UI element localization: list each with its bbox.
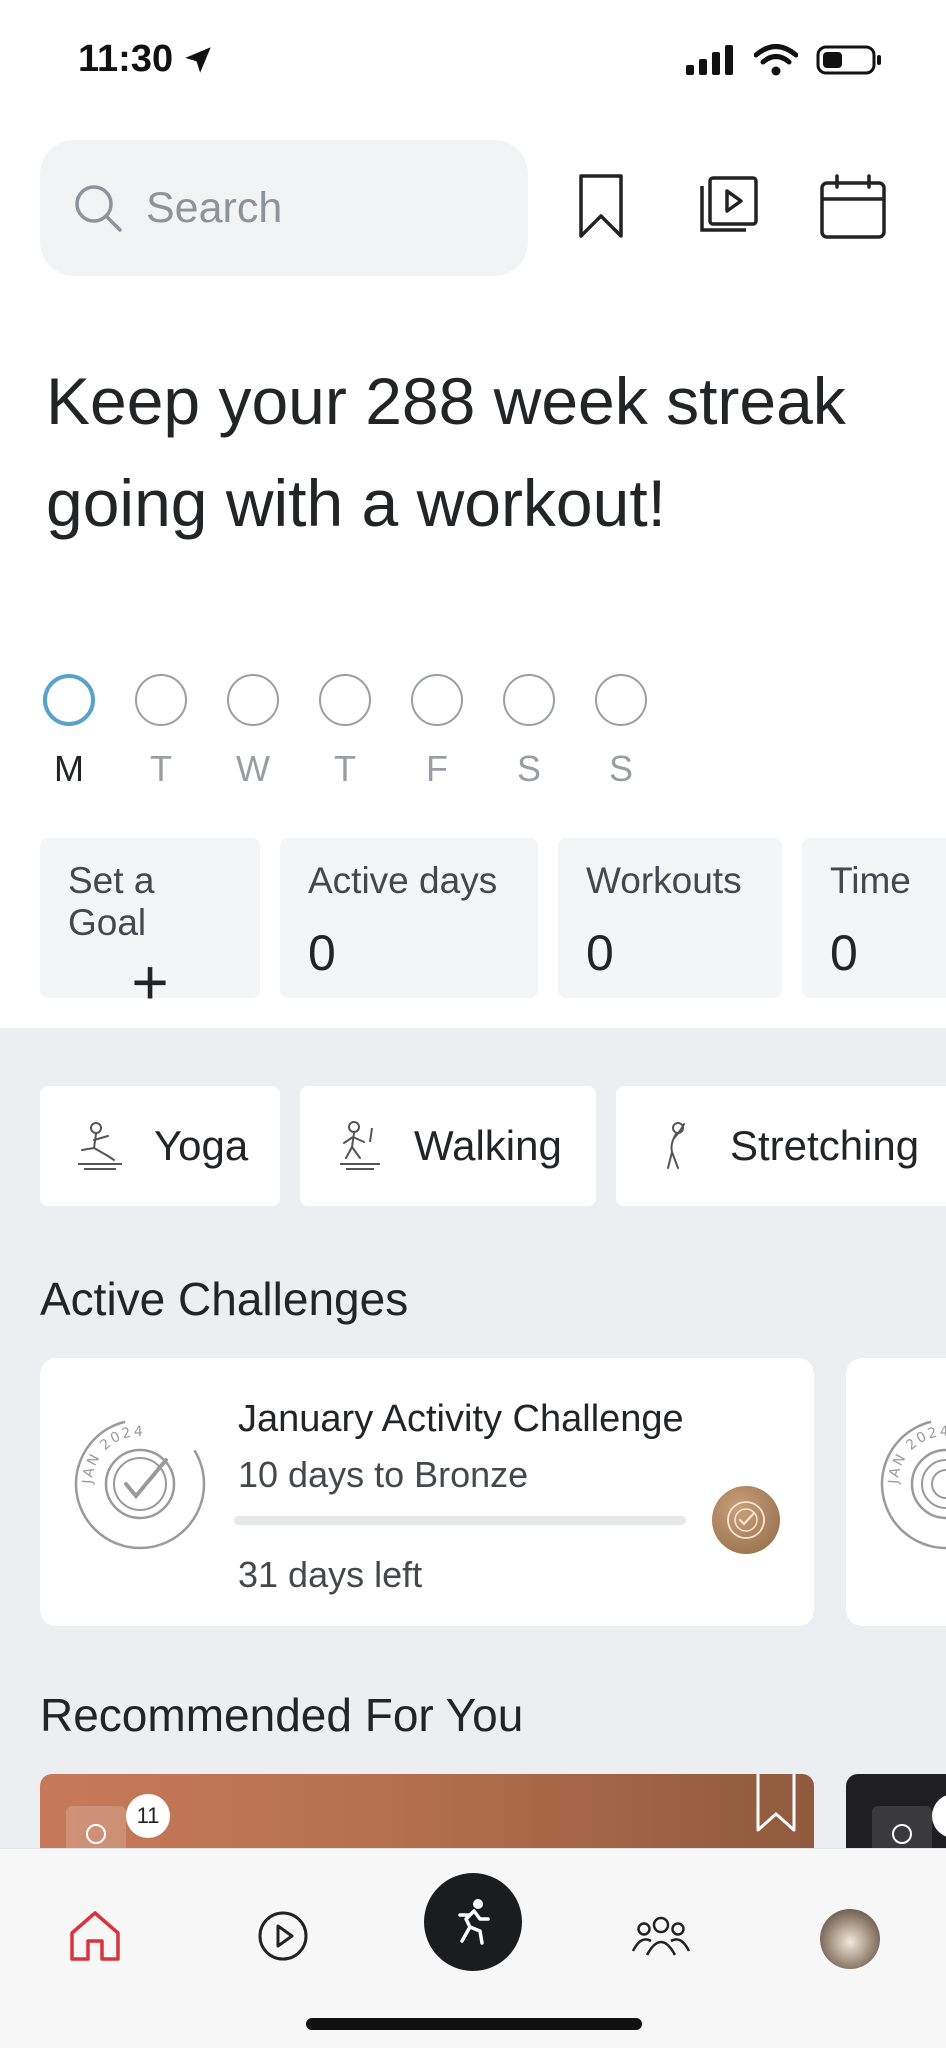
category-walking[interactable]: Walking [300, 1086, 596, 1206]
challenge-progress-bar [234, 1516, 686, 1525]
play-circle-icon [258, 1911, 308, 1961]
day-circle [503, 674, 555, 726]
category-label: Stretching [730, 1122, 920, 1169]
category-stretching[interactable]: Stretching [616, 1086, 946, 1206]
day-letter: M [54, 748, 84, 789]
stat-workouts[interactable]: Workouts 0 [558, 838, 782, 998]
recommended-card-next[interactable]: 4 [846, 1774, 946, 1848]
location-arrow-icon [185, 46, 211, 73]
badge-check-icon [727, 1501, 765, 1539]
participant-count-badge: 4 [932, 1794, 946, 1838]
challenge-subtitle: 10 days to Bronze [238, 1454, 529, 1495]
trainer-avatar-icon [872, 1806, 932, 1848]
category-yoga[interactable]: Yoga [40, 1086, 280, 1206]
calendar-icon [820, 174, 886, 239]
week-tracker: M T W T F S S [43, 674, 647, 790]
category-label: Walking [414, 1122, 562, 1169]
status-bar: 11:30 [0, 0, 946, 120]
yoga-pose-icon [78, 1122, 122, 1170]
tab-community[interactable] [626, 1901, 696, 1971]
challenge-days-left: 31 days left [238, 1554, 423, 1595]
recommended-title: Recommended For You [40, 1689, 524, 1741]
day-sunday[interactable]: S [595, 674, 647, 790]
stat-label: Active days [308, 860, 498, 901]
search-placeholder: Search [146, 183, 283, 232]
svg-text:JAN 2024: JAN 2024 [80, 1424, 145, 1485]
day-monday[interactable]: M [43, 674, 95, 790]
day-letter: W [236, 748, 270, 789]
wifi-icon [754, 44, 798, 76]
challenge-title: January Activity Challenge [238, 1398, 684, 1440]
tab-home[interactable] [60, 1901, 130, 1971]
stat-label: Workouts [586, 860, 742, 901]
bookmark-icon [579, 174, 623, 238]
bookmark-icon[interactable] [754, 1774, 798, 1834]
day-circle [43, 674, 95, 726]
day-circle [227, 674, 279, 726]
active-challenges-title: Active Challenges [40, 1273, 409, 1325]
people-group-icon [631, 1916, 691, 1956]
stats-row: Set a Goal + Active days 0 Workouts 0 Ti… [40, 838, 946, 1014]
stat-label: Time [830, 860, 911, 901]
bookmark-button[interactable] [566, 172, 636, 242]
challenge-card-next[interactable]: JAN 2024 [846, 1358, 946, 1626]
day-letter: T [334, 748, 356, 789]
video-library-button[interactable] [692, 172, 762, 242]
day-thursday[interactable]: T [319, 674, 371, 790]
day-circle [319, 674, 371, 726]
tab-profile-avatar[interactable] [820, 1909, 880, 1969]
badge-arc-text: JAN 2024 [80, 1424, 143, 1485]
stat-value: 0 [830, 925, 858, 981]
content-section: Yoga Walking Stretching Active Challenge… [0, 1028, 946, 1848]
day-letter: S [608, 748, 633, 789]
running-person-icon [458, 1899, 490, 1945]
stat-active-days[interactable]: Active days 0 [280, 838, 538, 998]
day-tuesday[interactable]: T [135, 674, 187, 790]
category-label: Yoga [154, 1122, 249, 1169]
calendar-button[interactable] [818, 172, 888, 242]
treadmill-walking-icon [340, 1121, 380, 1170]
day-letter: S [516, 748, 541, 789]
challenge-badge-icon: JAN 2024 [880, 1418, 946, 1550]
trainer-avatar-icon [66, 1806, 126, 1848]
status-icons [686, 44, 882, 76]
recommended-card[interactable]: 11 [40, 1774, 814, 1848]
status-time-text: 11:30 [78, 38, 174, 80]
video-library-icon [700, 176, 758, 232]
day-letter: F [426, 748, 448, 789]
day-circle [595, 674, 647, 726]
badge-arc-text: JAN 2024 [886, 1424, 946, 1485]
search-input[interactable]: Search [40, 140, 528, 276]
challenge-badge-icon: JAN 2024 [74, 1418, 206, 1550]
plus-icon: + [131, 946, 169, 1018]
status-time: 11:30 [78, 38, 215, 81]
day-saturday[interactable]: S [503, 674, 555, 790]
cellular-signal-icon [686, 45, 733, 75]
search-icon [75, 185, 122, 232]
svg-text:JAN 2024: JAN 2024 [886, 1424, 946, 1485]
day-friday[interactable]: F [411, 674, 463, 790]
streak-headline: Keep your 288 week streak going with a w… [46, 364, 846, 540]
home-icon [70, 1911, 120, 1961]
tab-workout[interactable] [424, 1873, 522, 1971]
day-wednesday[interactable]: W [227, 674, 279, 790]
tab-videos[interactable] [248, 1901, 318, 1971]
home-indicator [306, 2018, 642, 2030]
stretching-pose-icon [667, 1122, 685, 1169]
battery-icon [816, 45, 881, 75]
challenge-card[interactable]: JAN 2024 January Activity Challenge 10 d… [40, 1358, 814, 1626]
day-letter: T [150, 748, 172, 789]
stat-value: 0 [308, 925, 336, 981]
set-goal-button[interactable]: Set a Goal + [40, 838, 260, 1014]
day-circle [411, 674, 463, 726]
stat-time[interactable]: Time 0 [802, 838, 946, 998]
bronze-badge-icon [712, 1486, 780, 1554]
day-circle [135, 674, 187, 726]
participant-count-badge: 11 [126, 1794, 170, 1838]
set-goal-label: Set a Goal [68, 860, 155, 943]
stat-value: 0 [586, 925, 614, 981]
category-row: Yoga Walking Stretching [40, 1086, 946, 1206]
